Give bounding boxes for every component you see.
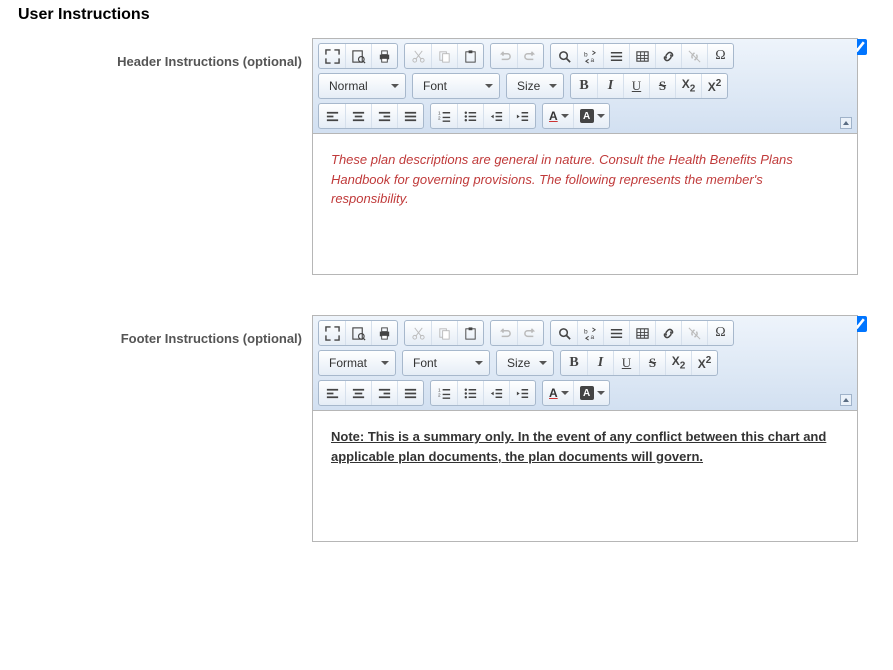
svg-text:2: 2 [437, 392, 440, 397]
footer-instructions-label: Footer Instructions (optional) [0, 315, 312, 346]
header-toolbar: ba Ω Normal Font Size [313, 39, 857, 134]
undo-icon[interactable] [491, 321, 517, 345]
cut-icon[interactable] [405, 321, 431, 345]
find-icon[interactable] [551, 321, 577, 345]
svg-text:b: b [584, 51, 588, 58]
italic-button[interactable]: I [587, 351, 613, 375]
header-instructions-row: Header Instructions (optional) [0, 38, 893, 275]
header-editor: ba Ω Normal Font Size [312, 38, 858, 275]
strike-button[interactable]: S [639, 351, 665, 375]
special-char-icon[interactable]: Ω [707, 321, 733, 345]
copy-icon[interactable] [431, 44, 457, 68]
undo-icon[interactable] [491, 44, 517, 68]
svg-text:b: b [584, 328, 588, 335]
italic-button[interactable]: I [597, 74, 623, 98]
replace-icon[interactable]: ba [577, 321, 603, 345]
align-left-icon[interactable] [319, 104, 345, 128]
align-right-icon[interactable] [371, 381, 397, 405]
copy-icon[interactable] [431, 321, 457, 345]
find-icon[interactable] [551, 44, 577, 68]
font-select[interactable]: Font [412, 73, 500, 99]
link-icon[interactable] [655, 44, 681, 68]
bg-color-button[interactable]: A [573, 104, 609, 128]
table-icon[interactable] [629, 44, 655, 68]
superscript-button[interactable]: X2 [691, 351, 717, 375]
footer-instructions-row: Footer Instructions (optional) [0, 315, 893, 542]
toolbar-collapse-icon[interactable] [840, 117, 852, 129]
align-right-icon[interactable] [371, 104, 397, 128]
bold-button[interactable]: B [561, 351, 587, 375]
footer-editor: ba Ω Format Font Size [312, 315, 858, 542]
format-select[interactable]: Format [318, 350, 396, 376]
underline-button[interactable]: U [613, 351, 639, 375]
header-instructions-label: Header Instructions (optional) [0, 38, 312, 69]
paste-icon[interactable] [457, 44, 483, 68]
indent-icon[interactable] [509, 104, 535, 128]
subscript-button[interactable]: X2 [665, 351, 691, 375]
replace-icon[interactable]: ba [577, 44, 603, 68]
format-select[interactable]: Normal [318, 73, 406, 99]
footer-content-area[interactable]: Note: This is a summary only. In the eve… [313, 411, 857, 541]
special-char-icon[interactable]: Ω [707, 44, 733, 68]
maximize-icon[interactable] [319, 321, 345, 345]
maximize-icon[interactable] [319, 44, 345, 68]
table-icon[interactable] [629, 321, 655, 345]
subscript-button[interactable]: X2 [675, 74, 701, 98]
header-content-area[interactable]: These plan descriptions are general in n… [313, 134, 857, 274]
size-select[interactable]: Size [496, 350, 554, 376]
link-icon[interactable] [655, 321, 681, 345]
paste-icon[interactable] [457, 321, 483, 345]
unordered-list-icon[interactable] [457, 104, 483, 128]
print-icon[interactable] [371, 44, 397, 68]
align-center-icon[interactable] [345, 104, 371, 128]
align-justify-icon[interactable] [397, 104, 423, 128]
unordered-list-icon[interactable] [457, 381, 483, 405]
outdent-icon[interactable] [483, 104, 509, 128]
redo-icon[interactable] [517, 44, 543, 68]
text-color-button[interactable]: A [543, 381, 573, 405]
indent-icon[interactable] [509, 381, 535, 405]
outdent-icon[interactable] [483, 381, 509, 405]
bold-button[interactable]: B [571, 74, 597, 98]
footer-toolbar: ba Ω Format Font Size [313, 316, 857, 411]
underline-button[interactable]: U [623, 74, 649, 98]
align-center-icon[interactable] [345, 381, 371, 405]
ordered-list-icon[interactable]: 12 [431, 381, 457, 405]
size-select[interactable]: Size [506, 73, 564, 99]
text-color-button[interactable]: A [543, 104, 573, 128]
preview-icon[interactable] [345, 321, 371, 345]
redo-icon[interactable] [517, 321, 543, 345]
unlink-icon[interactable] [681, 44, 707, 68]
cut-icon[interactable] [405, 44, 431, 68]
ordered-list-icon[interactable]: 12 [431, 104, 457, 128]
svg-text:a: a [591, 57, 595, 64]
bg-color-button[interactable]: A [573, 381, 609, 405]
toolbar-collapse-icon[interactable] [840, 394, 852, 406]
font-select[interactable]: Font [402, 350, 490, 376]
preview-icon[interactable] [345, 44, 371, 68]
svg-text:a: a [591, 334, 595, 341]
unlink-icon[interactable] [681, 321, 707, 345]
align-justify-icon[interactable] [397, 381, 423, 405]
line-height-icon[interactable] [603, 44, 629, 68]
strike-button[interactable]: S [649, 74, 675, 98]
print-icon[interactable] [371, 321, 397, 345]
page-title: User Instructions [18, 6, 893, 24]
line-height-icon[interactable] [603, 321, 629, 345]
align-left-icon[interactable] [319, 381, 345, 405]
svg-text:2: 2 [437, 115, 440, 120]
superscript-button[interactable]: X2 [701, 74, 727, 98]
